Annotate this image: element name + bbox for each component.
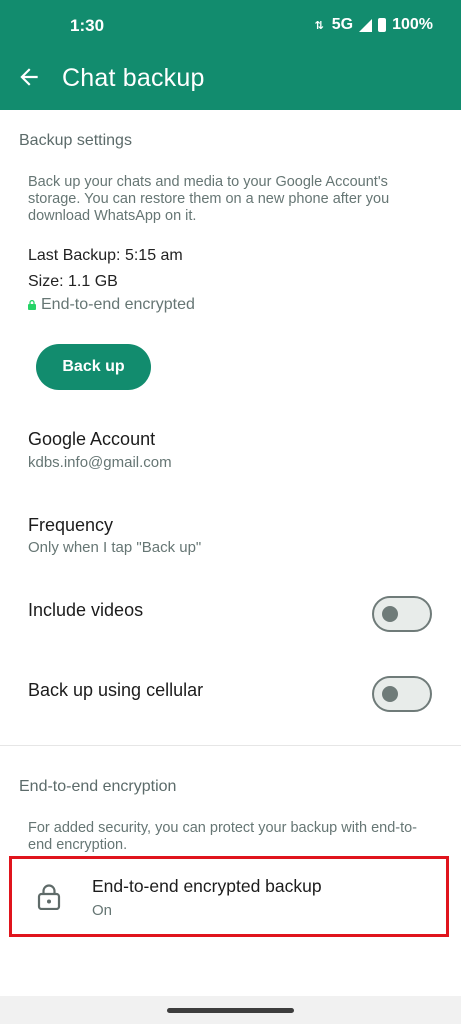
lock-small-icon xyxy=(28,300,36,310)
home-handle[interactable] xyxy=(167,1008,294,1013)
battery-icon xyxy=(378,18,387,32)
backup-settings-heading: Backup settings xyxy=(19,132,132,149)
last-backup-text: Last Backup: 5:15 am xyxy=(28,247,183,264)
include-videos-toggle[interactable] xyxy=(372,596,432,632)
include-videos-label: Include videos xyxy=(28,600,144,620)
frequency-title: Frequency xyxy=(28,515,114,535)
encryption-description: For added security, you can protect your… xyxy=(28,820,418,853)
cellular-label: Back up using cellular xyxy=(28,680,204,700)
toggle-knob xyxy=(382,606,398,622)
google-account-title: Google Account xyxy=(28,429,156,449)
highlight-box xyxy=(9,856,449,937)
page-title: Chat backup xyxy=(62,64,205,92)
network-label: 5G xyxy=(331,16,354,33)
backup-description: Back up your chats and media to your Goo… xyxy=(28,174,390,224)
status-time: 1:30 xyxy=(70,16,105,35)
data-arrows-icon: ⇅ xyxy=(314,19,324,32)
section-divider xyxy=(0,745,461,746)
encrypted-label: End-to-end encrypted xyxy=(41,296,195,313)
cellular-toggle[interactable] xyxy=(372,676,432,712)
frequency-value: Only when I tap "Back up" xyxy=(28,539,202,556)
signal-icon xyxy=(359,18,373,32)
status-bar: 1:30 ⇅ 5G 100% xyxy=(0,0,461,52)
google-account-email: kdbs.info@gmail.com xyxy=(28,454,172,471)
battery-label: 100% xyxy=(392,16,433,33)
status-icons: ⇅ 5G 100% xyxy=(315,16,433,34)
app-bar: Chat backup xyxy=(0,52,461,110)
navigation-bar xyxy=(0,996,461,1024)
encryption-heading: End-to-end encryption xyxy=(19,778,177,795)
backup-size-text: Size: 1.1 GB xyxy=(28,273,118,290)
toggle-knob xyxy=(382,686,398,702)
encrypted-indicator: End-to-end encrypted xyxy=(28,296,195,314)
back-up-button[interactable]: Back up xyxy=(36,344,151,390)
header: 1:30 ⇅ 5G 100% Chat backup xyxy=(0,0,461,110)
arrow-left-icon[interactable] xyxy=(16,64,42,90)
